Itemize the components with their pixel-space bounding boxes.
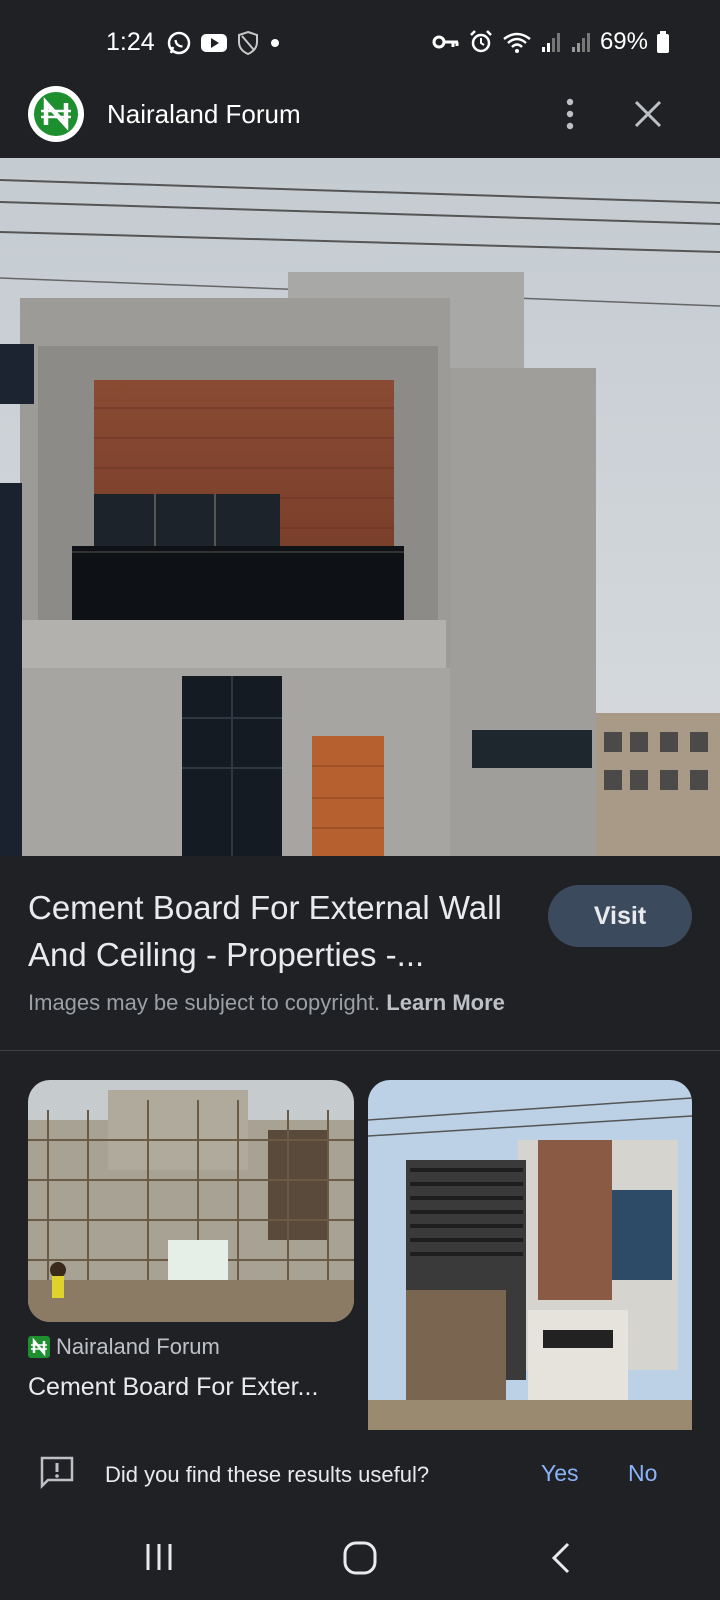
status-system-icons: 69% — [432, 28, 670, 56]
related-source-1: Nairaland Forum — [28, 1334, 220, 1360]
whatsapp-icon — [167, 31, 191, 55]
home-icon[interactable] — [342, 1540, 378, 1576]
close-icon — [634, 100, 662, 128]
recents-icon[interactable] — [143, 1540, 175, 1574]
status-time: 1:24 — [106, 28, 155, 56]
shield-icon — [238, 30, 258, 56]
signal-icon — [541, 33, 560, 52]
result-title[interactable]: Cement Board For External Wall And Ceili… — [28, 884, 528, 978]
feedback-bar: Did you find these results useful? Yes N… — [0, 1430, 720, 1518]
building-photo — [0, 158, 720, 856]
scaffold-building-photo — [28, 1080, 354, 1322]
battery-icon — [657, 31, 669, 53]
dot-icon — [271, 39, 279, 47]
status-notification-icons — [166, 30, 282, 56]
modern-building-photo — [368, 1080, 692, 1432]
nairaland-logo-icon — [28, 1336, 50, 1358]
more-options-button[interactable] — [555, 92, 585, 136]
wifi-icon — [503, 32, 531, 53]
feedback-question: Did you find these results useful? — [105, 1462, 430, 1487]
signal-icon — [571, 33, 590, 52]
more-vert-icon — [566, 98, 574, 130]
nairaland-logo-icon — [28, 86, 84, 142]
related-source-name: Nairaland Forum — [56, 1334, 220, 1359]
copyright-text: Images may be subject to copyright. — [28, 990, 381, 1015]
site-title: Nairaland Forum — [107, 99, 301, 129]
back-icon[interactable] — [548, 1540, 576, 1576]
visit-button[interactable]: Visit — [548, 885, 692, 947]
key-icon — [432, 35, 459, 49]
learn-more-link[interactable]: Learn More — [386, 990, 505, 1015]
related-title-1[interactable]: Cement Board For Exter... — [28, 1373, 348, 1402]
close-button[interactable] — [628, 94, 668, 134]
alarm-icon — [470, 30, 492, 53]
related-image-1[interactable] — [28, 1080, 354, 1322]
system-nav-bar — [0, 1518, 720, 1600]
feedback-yes-button[interactable]: Yes — [541, 1460, 579, 1487]
main-result-image[interactable] — [0, 158, 720, 856]
related-image-2[interactable] — [368, 1080, 692, 1432]
feedback-no-button[interactable]: No — [628, 1460, 657, 1487]
youtube-icon — [201, 34, 227, 52]
section-divider — [0, 1050, 720, 1051]
app-bar: Nairaland Forum — [0, 86, 720, 158]
status-bar: 1:24 69% — [0, 0, 720, 86]
feedback-icon — [40, 1456, 74, 1490]
battery-percentage: 69% — [599, 28, 648, 55]
copyright-notice: Images may be subject to copyright. Lear… — [28, 990, 505, 1016]
